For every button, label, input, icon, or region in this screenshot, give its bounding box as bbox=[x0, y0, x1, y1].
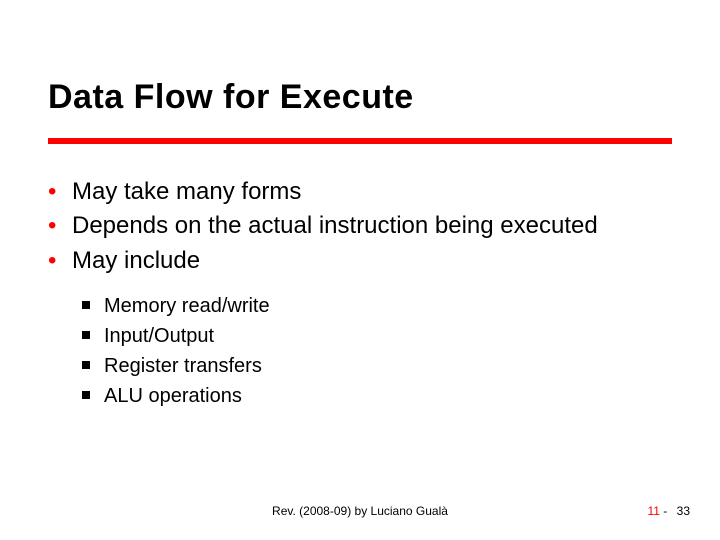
footer-page: 33 bbox=[677, 504, 690, 518]
content-area: May take many forms Depends on the actua… bbox=[48, 176, 672, 411]
bullet-item: May take many forms bbox=[48, 176, 672, 208]
bullet-list: May take many forms Depends on the actua… bbox=[48, 176, 672, 277]
sub-bullet-list: Memory read/write Input/Output Register … bbox=[48, 291, 672, 411]
title-underline bbox=[48, 138, 672, 144]
bullet-item: May include bbox=[48, 245, 672, 277]
sub-bullet-item: Memory read/write bbox=[82, 291, 672, 321]
footer-chapter: 11 bbox=[647, 504, 659, 518]
bullet-item: Depends on the actual instruction being … bbox=[48, 210, 672, 242]
sub-bullet-item: Register transfers bbox=[82, 351, 672, 381]
footer-page-number: 11 - 33 bbox=[647, 504, 690, 518]
footer-attribution: Rev. (2008-09) by Luciano Gualà bbox=[0, 504, 720, 518]
footer-separator: - bbox=[663, 504, 667, 518]
sub-bullet-item: Input/Output bbox=[82, 321, 672, 351]
sub-bullet-item: ALU operations bbox=[82, 381, 672, 411]
slide-title: Data Flow for Execute bbox=[48, 78, 414, 117]
slide: Data Flow for Execute May take many form… bbox=[0, 0, 720, 540]
